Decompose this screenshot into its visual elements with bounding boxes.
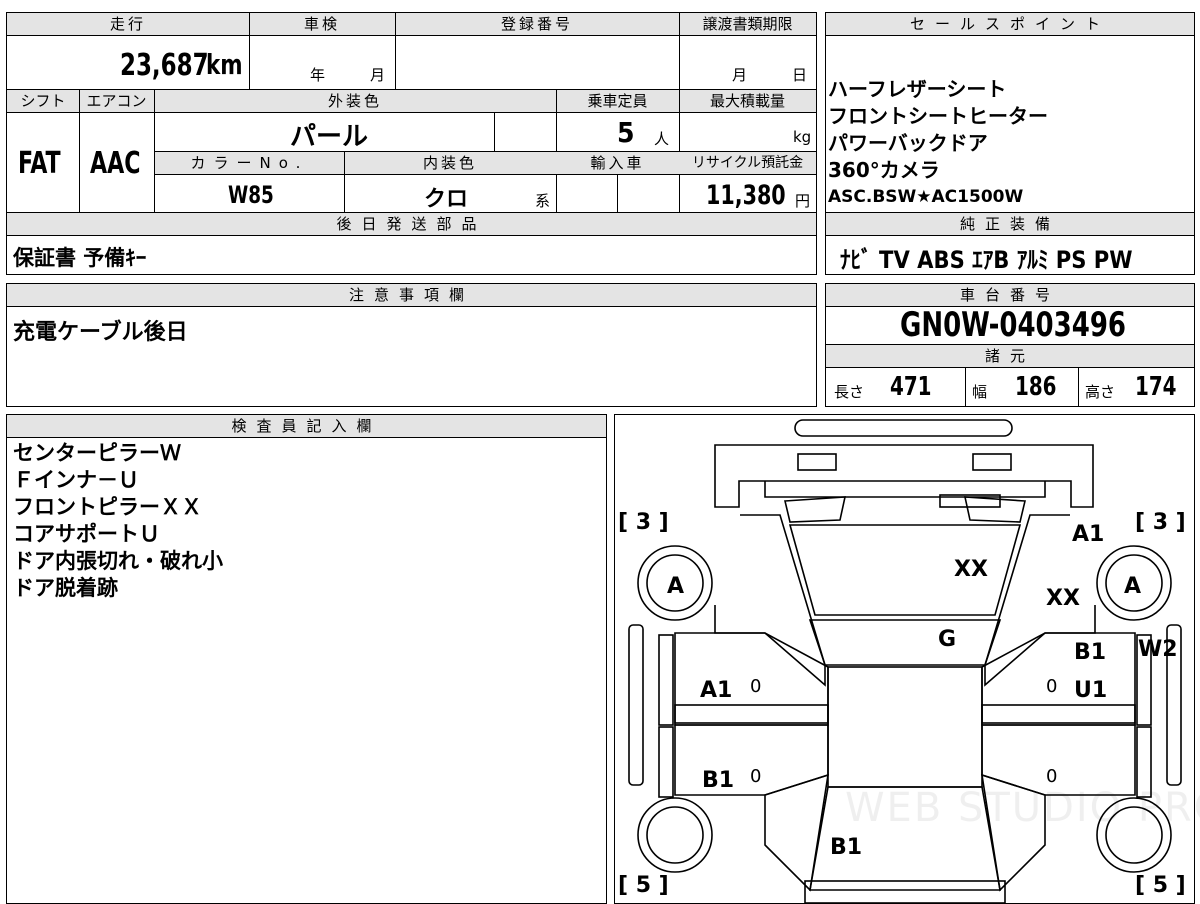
transfer-header: 譲渡書類期限 [679, 13, 816, 36]
sales-point-item: 360°カメラ [828, 158, 940, 182]
sales-point-item: ASC.BSW★AC1500W [828, 187, 1024, 207]
chassis-header: 車台番号 [826, 284, 1194, 307]
inspection-month-unit: 月 [370, 66, 386, 84]
max-load-header: 最大積載量 [679, 90, 816, 113]
mark-right-fender-a: A1 [1072, 522, 1105, 547]
chassis-number: GN0W-0403496 [900, 305, 1127, 345]
inspection-year-unit: 年 [310, 66, 326, 84]
inspector-item: フロントピラーＸＸ [13, 495, 202, 519]
genuine-equipment-value: ﾅﾋﾞ TV ABS ｴｱB ｱﾙﾐ PS PW [840, 246, 1133, 274]
inspector-item: コアサポートＵ [13, 522, 160, 546]
mark-right-fender-xx: XX [1046, 586, 1080, 611]
inspector-item: ドア脱着跡 [13, 576, 118, 600]
later-parts-header: 後日発送部品 [7, 213, 816, 236]
mileage-value: 23,687 [120, 48, 209, 83]
width-value: 186 [1015, 372, 1057, 402]
mark-left-rear-zero: 0 [750, 766, 762, 787]
mark-right-pillar: W2 [1138, 637, 1178, 662]
inspector-item: ドア内張切れ・破れ小 [13, 549, 223, 573]
mark-left-front-zero: 0 [750, 676, 762, 697]
capacity-header: 乗車定員 [556, 90, 679, 113]
inspector-item: センターピラーＷ [13, 441, 181, 465]
wheel-front-left-mark: A [667, 574, 685, 599]
interior-color-suffix: 系 [535, 192, 551, 210]
height-label: 高さ [1085, 383, 1116, 401]
mileage-header: 走行 [7, 13, 249, 36]
tire-rear-left: [ 5 ] [618, 873, 669, 898]
sales-points-list: ハーフレザーシート フロントシートヒーター パワーバックドア 360°カメラ A… [828, 76, 1048, 211]
mark-right-front-zero: 0 [1046, 676, 1058, 697]
mark-right-front-door-u: U1 [1074, 678, 1108, 703]
mileage-unit: km [206, 48, 243, 81]
inspector-header: 検査員記入欄 [7, 415, 606, 438]
tire-rear-right: [ 5 ] [1135, 873, 1186, 898]
exterior-color-value: パール [290, 122, 369, 152]
mark-left-front-door: A1 [700, 678, 733, 703]
shift-value: FAT [18, 146, 61, 181]
exterior-color-header: 外装色 [154, 90, 556, 113]
inspection-header: 車検 [249, 13, 395, 36]
shift-header: シフト [7, 90, 79, 113]
tire-front-right: [ 3 ] [1135, 510, 1186, 535]
height-value: 174 [1135, 372, 1177, 402]
recycle-value: 11,380 [706, 180, 786, 211]
length-value: 471 [890, 372, 932, 402]
capacity-unit: 人 [654, 130, 670, 148]
mark-left-rear-door: B1 [702, 768, 735, 793]
watermark: WEB STUDIO PRO [845, 785, 1200, 831]
mark-rear: B1 [830, 835, 863, 860]
import-header: 輸入車 [556, 152, 679, 175]
dims-header: 諸元 [826, 345, 1194, 368]
color-no-header: カラーNo. [155, 152, 344, 175]
wheel-front-right-mark: A [1124, 574, 1142, 599]
mark-windshield: G [938, 627, 957, 652]
tire-front-left: [ 3 ] [618, 510, 669, 535]
ac-value: AAC [90, 146, 141, 181]
recycle-unit: 円 [795, 192, 811, 210]
interior-color-header: 内装色 [344, 152, 556, 175]
sales-point-item: パワーバックドア [828, 131, 988, 155]
mark-hood: XX [954, 557, 988, 582]
transfer-day-unit: 日 [792, 66, 808, 84]
mark-right-rear-zero: 0 [1046, 766, 1058, 787]
notes-value: 充電ケーブル後日 [13, 320, 188, 345]
sales-point-item: フロントシートヒーター [828, 104, 1048, 128]
notes-header: 注意事項欄 [7, 284, 816, 307]
inspector-list: センターピラーＷ Ｆインナ－Ｕ フロントピラーＸＸ コアサポートＵ ドア内張切れ… [13, 440, 223, 602]
transfer-month-unit: 月 [732, 66, 748, 84]
length-label: 長さ [834, 383, 865, 401]
interior-color-value: クロ [424, 187, 469, 212]
genuine-equipment-header: 純正装備 [826, 213, 1194, 236]
max-load-unit: kg [793, 128, 812, 146]
later-parts-value: 保証書 予備ｷｰ [13, 246, 147, 270]
sales-point-item: ハーフレザーシート [828, 77, 1007, 101]
ac-header: エアコン [79, 90, 154, 113]
recycle-header: リサイクル預託金 [679, 152, 816, 175]
width-label: 幅 [972, 383, 988, 401]
mark-right-front-door-b: B1 [1074, 640, 1107, 665]
capacity-value: 5 [617, 116, 635, 149]
registration-header: 登録番号 [395, 13, 679, 36]
sales-points-header: セールスポイント [826, 13, 1194, 36]
color-no-value: W85 [228, 181, 274, 209]
inspector-item: Ｆインナ－Ｕ [13, 468, 139, 492]
